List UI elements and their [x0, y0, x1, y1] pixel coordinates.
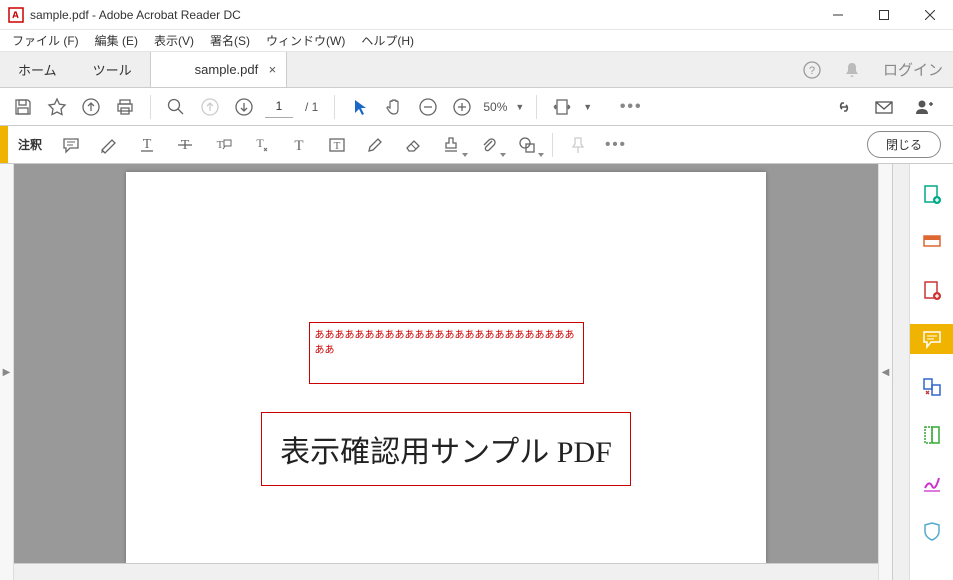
annotation-accent: [0, 126, 8, 163]
vertical-scrollbar[interactable]: [892, 164, 909, 580]
title-bar: sample.pdf - Adobe Acrobat Reader DC: [0, 0, 953, 30]
edit-pdf-icon[interactable]: [917, 276, 947, 306]
svg-text:?: ?: [809, 65, 815, 77]
fit-width-icon[interactable]: [549, 94, 575, 120]
window-controls: [815, 0, 953, 30]
pencil-icon[interactable]: [360, 130, 390, 160]
add-user-icon[interactable]: [911, 94, 937, 120]
minimize-button[interactable]: [815, 0, 861, 30]
svg-text:T: T: [256, 136, 264, 150]
sign-icon[interactable]: [917, 468, 947, 498]
svg-text:T: T: [334, 140, 341, 152]
page-number-input[interactable]: [265, 96, 293, 118]
maximize-button[interactable]: [861, 0, 907, 30]
tools-panel: [909, 164, 953, 580]
separator: [536, 95, 537, 119]
menu-window[interactable]: ウィンドウ(W): [260, 30, 351, 51]
main-toolbar: / 1 50% ▼ ▼ •••: [0, 88, 953, 126]
menu-sign[interactable]: 署名(S): [204, 30, 256, 51]
comment-icon[interactable]: [56, 130, 86, 160]
left-pane-toggle[interactable]: ▶: [0, 164, 14, 580]
shapes-icon[interactable]: [512, 130, 542, 160]
save-icon[interactable]: [10, 94, 36, 120]
menu-edit[interactable]: 編集 (E): [89, 30, 144, 51]
hand-tool-icon[interactable]: [381, 94, 407, 120]
eraser-icon[interactable]: [398, 130, 428, 160]
selection-tool-icon[interactable]: [347, 94, 373, 120]
zoom-dropdown-icon[interactable]: ▼: [515, 102, 524, 112]
page-canvas[interactable]: ああああああああああああああああああああああああああああ 表示確認用サンプル P…: [14, 164, 878, 563]
tab-close-icon[interactable]: ×: [269, 62, 277, 77]
menu-view[interactable]: 表示(V): [148, 30, 200, 51]
login-link[interactable]: ログイン: [883, 59, 943, 80]
compress-icon[interactable]: [917, 420, 947, 450]
attach-icon[interactable]: [474, 130, 504, 160]
annotation-toolbar: 注釈 T T T T T T ••• 閉じる: [0, 126, 953, 164]
workspace: ▶ ああああああああああああああああああああああああああああ 表示確認用サンプル…: [0, 164, 953, 580]
tab-home[interactable]: ホーム: [0, 52, 75, 87]
zoom-in-icon[interactable]: [449, 94, 475, 120]
document-viewer: ああああああああああああああああああああああああああああ 表示確認用サンプル P…: [14, 164, 878, 580]
zoom-level-label[interactable]: 50%: [483, 100, 507, 114]
annotation-textbox-2[interactable]: 表示確認用サンプル PDF: [261, 412, 631, 486]
right-pane-toggle[interactable]: ◀: [878, 164, 892, 580]
upload-icon[interactable]: [78, 94, 104, 120]
svg-text:T: T: [294, 138, 303, 154]
fit-dropdown-icon[interactable]: ▼: [583, 102, 592, 112]
comment-tool-icon[interactable]: [910, 324, 953, 354]
page-up-icon[interactable]: [197, 94, 223, 120]
separator: [334, 95, 335, 119]
stamp-icon[interactable]: [436, 130, 466, 160]
mail-icon[interactable]: [871, 94, 897, 120]
zoom-out-icon[interactable]: [415, 94, 441, 120]
help-icon[interactable]: ?: [803, 61, 821, 79]
star-icon[interactable]: [44, 94, 70, 120]
annotation-label: 注釈: [8, 136, 52, 153]
print-icon[interactable]: [112, 94, 138, 120]
pdf-page: ああああああああああああああああああああああああああああ 表示確認用サンプル P…: [126, 172, 766, 563]
svg-text:T: T: [217, 139, 224, 151]
link-icon[interactable]: [831, 94, 857, 120]
text-tool-icon[interactable]: T: [284, 130, 314, 160]
organize-icon[interactable]: [917, 372, 947, 402]
app-icon: [8, 7, 24, 23]
highlight-icon[interactable]: [94, 130, 124, 160]
svg-text:T: T: [143, 137, 152, 152]
menu-help[interactable]: ヘルプ(H): [355, 30, 420, 51]
underline-text-icon[interactable]: T: [132, 130, 162, 160]
search-icon[interactable]: [163, 94, 189, 120]
tab-document[interactable]: sample.pdf ×: [150, 52, 288, 87]
separator: [150, 95, 151, 119]
create-pdf-icon[interactable]: [917, 180, 947, 210]
tab-document-label: sample.pdf: [195, 62, 259, 77]
tab-tools[interactable]: ツール: [75, 52, 150, 87]
strikethrough-icon[interactable]: T: [170, 130, 200, 160]
page-total-label: / 1: [301, 100, 322, 114]
horizontal-scrollbar[interactable]: [14, 563, 878, 580]
tab-row: ホーム ツール sample.pdf × ? ログイン: [0, 52, 953, 88]
separator: [552, 133, 553, 157]
close-annotation-button[interactable]: 閉じる: [867, 131, 941, 158]
insert-text-icon[interactable]: T: [246, 130, 276, 160]
page-down-icon[interactable]: [231, 94, 257, 120]
pin-icon[interactable]: [563, 130, 593, 160]
menu-file[interactable]: ファイル (F): [6, 30, 85, 51]
textbox-icon[interactable]: T: [322, 130, 352, 160]
combine-files-icon[interactable]: [917, 228, 947, 258]
more-tools-icon[interactable]: •••: [618, 94, 644, 120]
annotation-textbox-1[interactable]: ああああああああああああああああああああああああああああ: [309, 322, 584, 384]
close-window-button[interactable]: [907, 0, 953, 30]
replace-text-icon[interactable]: T: [208, 130, 238, 160]
bell-icon[interactable]: [843, 61, 861, 79]
window-title: sample.pdf - Adobe Acrobat Reader DC: [30, 8, 241, 22]
protect-icon[interactable]: [917, 516, 947, 546]
menu-bar: ファイル (F) 編集 (E) 表示(V) 署名(S) ウィンドウ(W) ヘルプ…: [0, 30, 953, 52]
more-icon[interactable]: •••: [601, 130, 631, 160]
